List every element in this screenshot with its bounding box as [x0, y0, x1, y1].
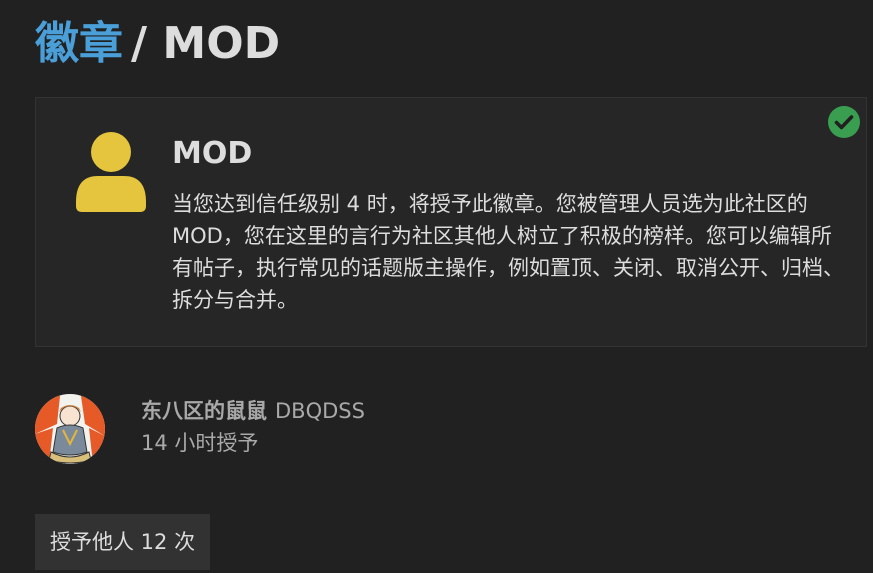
avatar[interactable]: [35, 394, 105, 464]
granted-to-others-button[interactable]: 授予他人 12 次: [35, 514, 211, 570]
user-handle: DBQDSS: [275, 399, 365, 423]
badge-name: MOD: [172, 136, 253, 171]
granted-time: 14 小时授予: [141, 431, 259, 455]
breadcrumb-current: MOD: [162, 18, 281, 69]
username-link[interactable]: 东八区的鼠鼠: [141, 399, 267, 423]
user-icon: [76, 132, 146, 212]
badge-description: 当您达到信任级别 4 时，将授予此徽章。您被管理人员选为此社区的MOD，您在这里…: [172, 192, 844, 312]
check-circle-icon: [828, 106, 860, 138]
page-title: 徽章 / MOD: [35, 14, 280, 74]
badge-page: 徽章 / MOD MOD 当您达到信任级别 4 时，将授予此徽章。您被管理人员选为…: [0, 0, 873, 573]
badge-card: MOD 当您达到信任级别 4 时，将授予此徽章。您被管理人员选为此社区的MOD，…: [35, 97, 867, 347]
breadcrumb-badges-link[interactable]: 徽章: [35, 18, 123, 69]
grant-entry: 东八区的鼠鼠 DBQDSS 14 小时授予: [35, 394, 535, 466]
avatar-image: [35, 394, 105, 464]
user-line: 东八区的鼠鼠 DBQDSS: [141, 396, 365, 428]
breadcrumb-separator: /: [131, 18, 148, 69]
